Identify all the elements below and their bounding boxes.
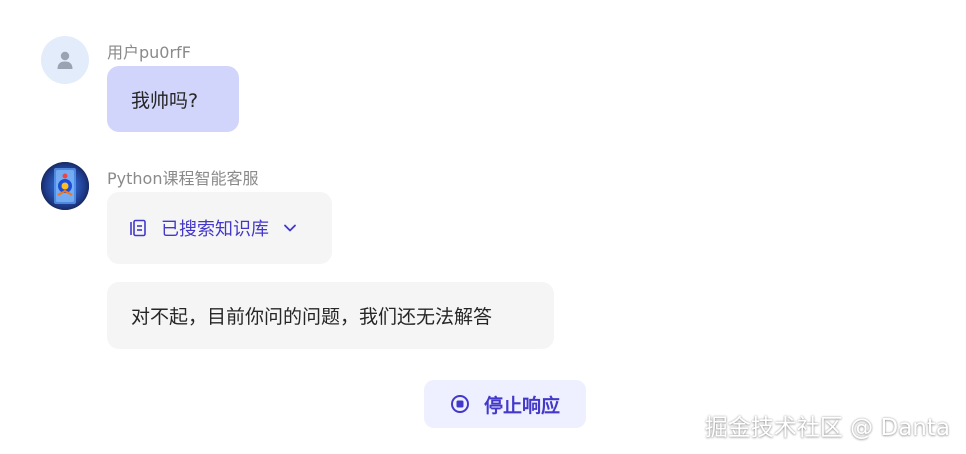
bot-sender-name: Python课程智能客服	[107, 169, 259, 188]
user-message-bubble: 我帅吗?	[107, 66, 239, 132]
knowledge-base-toggle[interactable]: 已搜索知识库	[107, 192, 332, 264]
bot-avatar-image	[41, 162, 89, 210]
user-message-text: 我帅吗?	[131, 89, 199, 112]
document-icon	[129, 219, 147, 237]
stop-response-label: 停止响应	[483, 394, 560, 417]
knowledge-base-status: 已搜索知识库	[161, 219, 269, 240]
bot-message-text: 对不起，目前你问的问题，我们还无法解答	[131, 306, 493, 328]
chevron-down-icon[interactable]	[283, 223, 297, 233]
bot-message-bubble: 对不起，目前你问的问题，我们还无法解答	[107, 282, 554, 349]
user-icon	[57, 51, 73, 69]
user-avatar	[41, 36, 89, 84]
stop-circle-icon	[450, 394, 470, 414]
chat-page: 用户pu0rfF 我帅吗? Python课程智能客服 已搜索知识库 对不起，目前…	[0, 0, 966, 454]
stop-response-button[interactable]: 停止响应	[424, 380, 586, 428]
watermark: 掘金技术社区 @ Danta	[704, 415, 950, 441]
user-sender-name: 用户pu0rfF	[107, 43, 191, 62]
bot-avatar	[41, 162, 89, 210]
